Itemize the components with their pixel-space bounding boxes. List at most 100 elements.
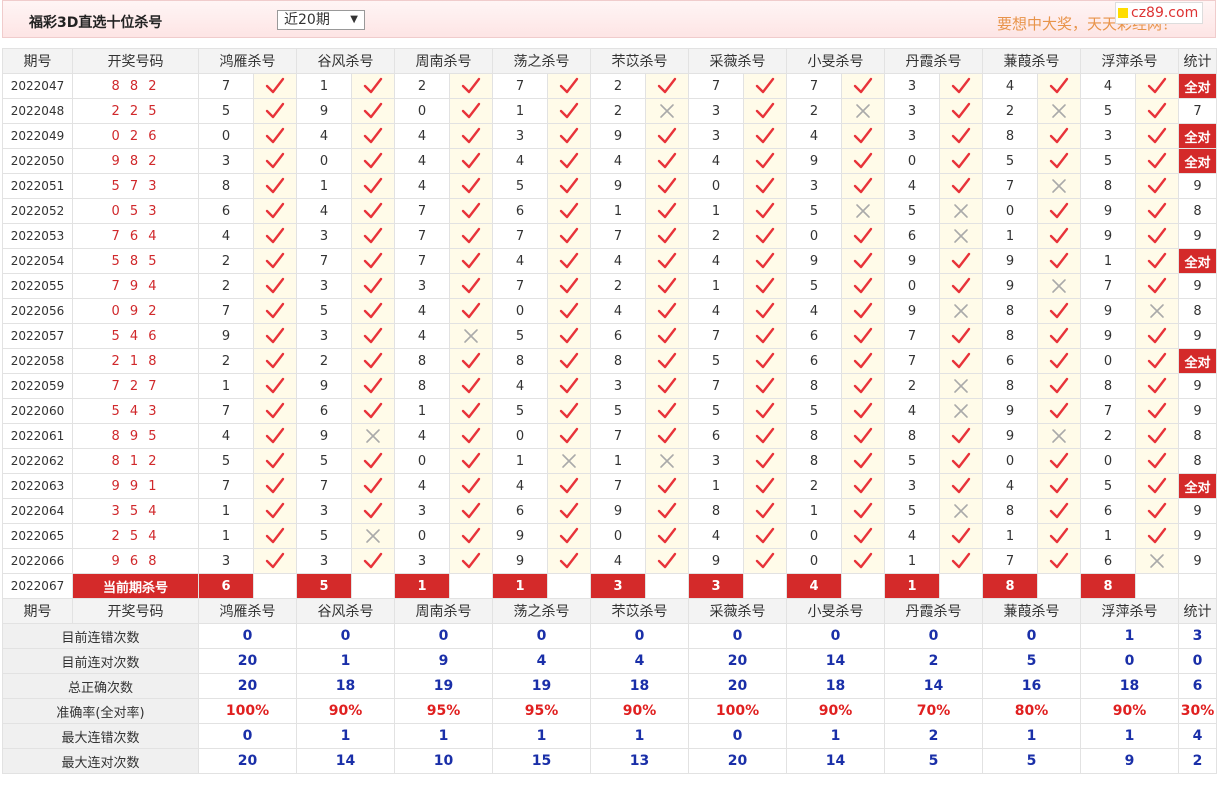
kill-number-cell: 3 [1080, 123, 1136, 149]
kill-number-cell: 4 [492, 373, 548, 399]
check-icon [254, 202, 296, 220]
summary-label: 目前连对次数 [2, 648, 199, 674]
result-cell-correct [449, 223, 493, 249]
draw-number-cell: 7 9 4 [72, 273, 199, 299]
col-header-expert: 采薇杀号 [688, 598, 787, 624]
brand-badge[interactable]: cz89.com [1115, 2, 1204, 24]
period-range-select[interactable]: 近20期 ▼ [277, 10, 365, 30]
check-icon [1038, 202, 1080, 220]
kill-number-cell: 2 [590, 98, 646, 124]
kill-number-cell: 3 [296, 323, 352, 349]
kill-number-cell: 7 [296, 248, 352, 274]
period-range-value: 近20期 [284, 12, 330, 28]
table-row: 2022052 0 5 364761155098 [2, 198, 1217, 224]
result-cell-correct [841, 148, 885, 174]
kill-number-cell: 5 [884, 198, 940, 224]
kill-number-cell: 1 [198, 498, 254, 524]
kill-number-cell: 1 [198, 373, 254, 399]
table-row: 2022050 9 8 2 3 0 4 4 4 4 9 0 5 5 全对 [2, 148, 1217, 174]
kill-number-cell: 7 [688, 73, 744, 99]
check-icon [1136, 402, 1178, 420]
check-icon [744, 102, 786, 120]
result-cell-correct [351, 448, 395, 474]
result-cell-wrong [547, 448, 591, 474]
check-icon [254, 327, 296, 345]
result-cell-correct [253, 123, 297, 149]
table-row: 2022049 0 2 6 0 4 4 3 9 3 4 3 8 3 全对 [2, 123, 1217, 149]
check-icon [450, 177, 492, 195]
result-cell-correct [743, 123, 787, 149]
check-icon [548, 352, 590, 370]
check-icon [450, 402, 492, 420]
check-icon [352, 477, 394, 495]
cross-icon [940, 203, 982, 219]
kill-number-cell: 5 [1080, 148, 1136, 174]
stat-cell: 9 [1178, 373, 1217, 399]
result-cell-correct [253, 148, 297, 174]
col-header-period: 期号 [2, 598, 73, 624]
kill-number-cell: 1 [688, 198, 744, 224]
result-cell-correct [1135, 423, 1179, 449]
result-cell-correct [939, 348, 983, 374]
kill-number-cell: 5 [1080, 98, 1136, 124]
draw-number-cell: 8 8 2 [72, 73, 199, 99]
kill-number-cell: 4 [492, 148, 548, 174]
col-header-draw: 开奖号码 [72, 48, 199, 74]
period-cell: 2022048 [2, 98, 73, 124]
cross-icon [940, 228, 982, 244]
summary-value: 19 [394, 673, 493, 699]
summary-value: 9 [394, 648, 493, 674]
period-cell: 2022064 [2, 498, 73, 524]
result-cell-correct [547, 223, 591, 249]
summary-value: 18 [786, 673, 885, 699]
kill-number-cell: 4 [296, 198, 352, 224]
kill-number-cell: 8 [786, 373, 842, 399]
kill-number-cell: 3 [688, 123, 744, 149]
cross-icon [1038, 103, 1080, 119]
draw-number-cell: 8 9 5 [72, 423, 199, 449]
check-icon [842, 502, 884, 520]
result-cell-correct [253, 398, 297, 424]
summary-value: 95% [492, 698, 591, 724]
check-icon [1136, 377, 1178, 395]
kill-number-cell: 6 [296, 398, 352, 424]
check-icon [940, 477, 982, 495]
result-cell-correct [1135, 98, 1179, 124]
result-cell-correct [253, 548, 297, 574]
kill-number-cell: 0 [394, 523, 450, 549]
result-cell-correct [1135, 173, 1179, 199]
kill-number-cell: 4 [394, 123, 450, 149]
summary-value: 14 [296, 748, 395, 774]
check-icon [548, 477, 590, 495]
summary-stat: 30% [1178, 698, 1217, 724]
result-cell-correct [743, 98, 787, 124]
summary-value: 70% [884, 698, 983, 724]
result-cell-correct [645, 223, 689, 249]
result-cell-correct [253, 98, 297, 124]
kill-number-cell: 3 [884, 98, 940, 124]
kill-number-cell: 2 [884, 373, 940, 399]
result-cell-correct [743, 148, 787, 174]
summary-value: 5 [982, 748, 1081, 774]
current-kill-number: 1 [492, 573, 548, 599]
check-icon [1136, 502, 1178, 520]
stat-cell: 9 [1178, 498, 1217, 524]
summary-value: 20 [688, 673, 787, 699]
summary-value: 20 [198, 648, 297, 674]
kill-number-cell: 5 [884, 448, 940, 474]
result-cell-correct [449, 373, 493, 399]
result-cell-correct [449, 348, 493, 374]
check-icon [352, 127, 394, 145]
check-icon [940, 177, 982, 195]
check-icon [646, 352, 688, 370]
page-title: 福彩3D直选十位杀号 [29, 15, 163, 31]
result-cell-correct [351, 498, 395, 524]
result-cell-correct [1135, 523, 1179, 549]
check-icon [548, 102, 590, 120]
check-icon [1136, 452, 1178, 470]
kill-number-cell: 4 [884, 523, 940, 549]
kill-number-cell: 1 [296, 173, 352, 199]
table-row: 2022055 7 9 423372150979 [2, 273, 1217, 299]
result-cell-correct [1135, 323, 1179, 349]
check-icon [940, 352, 982, 370]
